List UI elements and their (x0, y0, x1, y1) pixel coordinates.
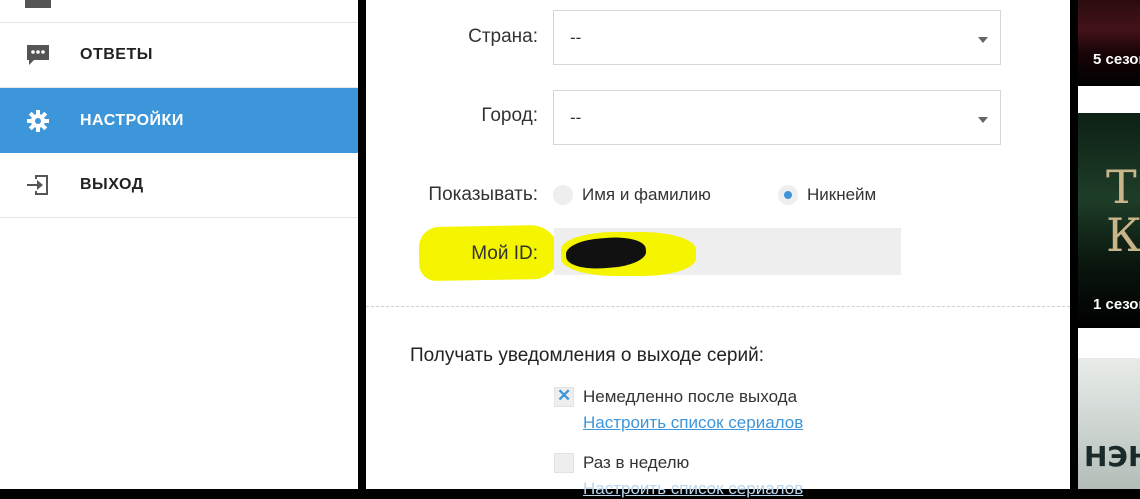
city-select[interactable]: -- (553, 90, 1001, 145)
thumbnail-gap (1078, 86, 1140, 113)
poster-logo: НЭН (1084, 440, 1140, 473)
chat-bubble-icon (25, 42, 51, 68)
checkbox-weekly[interactable] (554, 453, 574, 473)
sidebar-item-label: ОТВЕТЫ (80, 46, 153, 63)
thumbnail-gap (1078, 328, 1140, 358)
country-label: Страна: (468, 26, 538, 47)
sidebar-item-label: ВЫХОД (80, 176, 144, 193)
series-thumbnail[interactable]: НЭН (1078, 358, 1140, 489)
gear-icon (25, 108, 51, 134)
checkbox-immediately[interactable]: ✕ (554, 386, 574, 407)
radio-nickname[interactable] (778, 185, 798, 205)
sidebar-item-top[interactable] (0, 0, 358, 23)
season-label: 5 сезон (1093, 51, 1140, 68)
city-label: Город: (481, 105, 538, 126)
radio-full-name[interactable] (553, 185, 573, 205)
configure-series-link[interactable]: Настроить список сериалов (583, 413, 803, 433)
poster-title: Т КО (1106, 160, 1140, 262)
configure-series-link[interactable]: Настроить список сериалов (583, 479, 803, 499)
divider (366, 306, 1070, 307)
checkbox-weekly-label: Раз в неделю (583, 453, 690, 472)
series-thumbnail[interactable]: 5 сезон (1078, 0, 1140, 86)
menu-icon (25, 0, 51, 19)
show-label: Показывать: (428, 184, 538, 205)
radio-full-name-label: Имя и фамилию (582, 185, 711, 204)
chevron-down-icon (978, 117, 988, 123)
city-value: -- (570, 108, 582, 127)
sidebar: ОТВЕТЫ НАСТРОЙКИ ВЫХОД (0, 0, 358, 489)
id-label: Мой ID: (471, 243, 538, 264)
settings-form: Страна: -- Город: -- Показывать: Имя и ф… (366, 0, 1070, 498)
radio-nickname-label: Никнейм (807, 185, 877, 204)
sidebar-item-label: НАСТРОЙКИ (80, 111, 184, 129)
country-select[interactable]: -- (553, 10, 1001, 65)
series-thumbnail[interactable]: Т КО 1 сезон (1078, 113, 1140, 328)
check-icon: ✕ (557, 386, 572, 405)
chevron-down-icon (978, 37, 988, 43)
country-value: -- (570, 28, 582, 47)
season-label: 1 сезон (1093, 296, 1140, 313)
sidebar-item-logout[interactable]: ВЫХОД (0, 153, 358, 218)
notifications-title: Получать уведомления о выходе серий: (410, 345, 764, 366)
exit-icon (25, 172, 51, 198)
sidebar-item-settings[interactable]: НАСТРОЙКИ (0, 88, 358, 153)
checkbox-immediately-label: Немедленно после выхода (583, 387, 798, 406)
sidebar-item-answers[interactable]: ОТВЕТЫ (0, 23, 358, 88)
